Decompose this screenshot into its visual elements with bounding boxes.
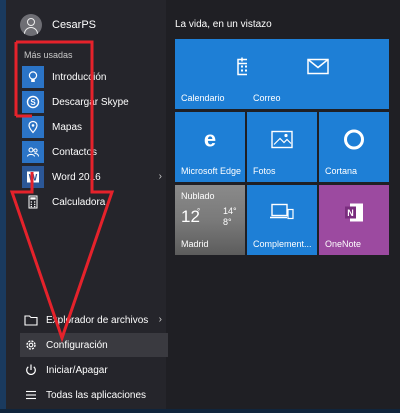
tile-label: OneNote [325,239,362,249]
file-explorer-item[interactable]: Explorador de archivos › [20,308,168,332]
app-label: Contactos [52,146,98,158]
tile-correo[interactable]: Correo [247,39,389,109]
chevron-right-icon[interactable]: › [159,314,162,325]
map-pin-icon [22,116,44,138]
tile-weather[interactable]: Nublado 12 ° 14° 8° Madrid [175,185,245,255]
tile-onenote[interactable]: N OneNote [319,185,389,255]
edge-icon: e [199,127,221,156]
taskbar-edge [0,409,400,413]
photos-icon [271,130,293,154]
mail-icon [307,58,329,80]
app-item-word[interactable]: W Word 2016 › [22,165,168,189]
tile-label: Fotos [253,166,276,176]
tile-label: Complement... [253,239,312,249]
word-icon: W [22,166,44,188]
svg-text:S: S [30,98,36,107]
user-name: CesarPS [52,19,97,31]
user-account[interactable]: CesarPS [20,12,96,38]
app-label: Introducción [52,71,107,83]
weather-city: Madrid [181,239,209,249]
list-icon [26,390,36,400]
tile-fotos[interactable]: Fotos [247,112,317,182]
app-label: Calculadora [52,196,106,208]
skype-icon: S [22,91,44,113]
app-item-calculadora[interactable]: Calculadora [22,190,168,214]
bottom-item-label: Configuración [46,339,108,351]
app-item-mapas[interactable]: Mapas [22,115,168,139]
tile-label: Calendario [181,93,225,103]
weather-low: 8° [223,217,232,227]
most-used-label: Más usadas [24,50,73,60]
all-apps-item[interactable]: Todas las aplicaciones [20,383,168,407]
app-label: Word 2016 [52,171,101,183]
settings-item[interactable]: Configuración [20,333,168,357]
tile-microsoft-edge[interactable]: e Microsoft Edge [175,112,245,182]
app-item-contactos[interactable]: Contactos [22,140,168,164]
onenote-icon: N [343,202,365,229]
tile-label: Microsoft Edge [181,166,242,176]
people-icon [22,141,44,163]
svg-text:e: e [204,129,216,151]
lightbulb-icon [22,66,44,88]
start-menu-left-pane: CesarPS Más usadas Introducción S Descar… [6,0,168,409]
calculator-icon [22,191,44,213]
chevron-right-icon[interactable]: › [159,171,162,182]
bottom-item-label: Iniciar/Apagar [46,364,108,376]
tile-cortana[interactable]: Cortana [319,112,389,182]
tile-label: Cortana [325,166,358,176]
tile-label: Correo [253,93,281,103]
folder-icon [24,315,38,326]
tile-complement[interactable]: Complement... [247,185,317,255]
app-item-introduccion[interactable]: Introducción [22,65,168,89]
weather-unit: ° [197,207,201,216]
power-icon [26,364,36,375]
gear-icon [26,340,36,350]
app-label: Descargar Skype [52,96,129,108]
weather-condition: Nublado [181,191,215,201]
weather-high: 14° [223,206,237,216]
svg-text:W: W [29,173,38,183]
cortana-icon [343,129,365,156]
power-item[interactable]: Iniciar/Apagar [20,358,168,382]
bottom-item-label: Explorador de archivos [46,314,149,326]
svg-text:N: N [347,208,354,218]
devices-icon [270,203,294,227]
bottom-item-label: Todas las aplicaciones [46,389,147,401]
app-item-skype[interactable]: S Descargar Skype [22,90,168,114]
tile-group-title: La vida, en un vistazo [175,19,272,30]
user-avatar-icon [20,14,42,36]
app-label: Mapas [52,121,83,133]
